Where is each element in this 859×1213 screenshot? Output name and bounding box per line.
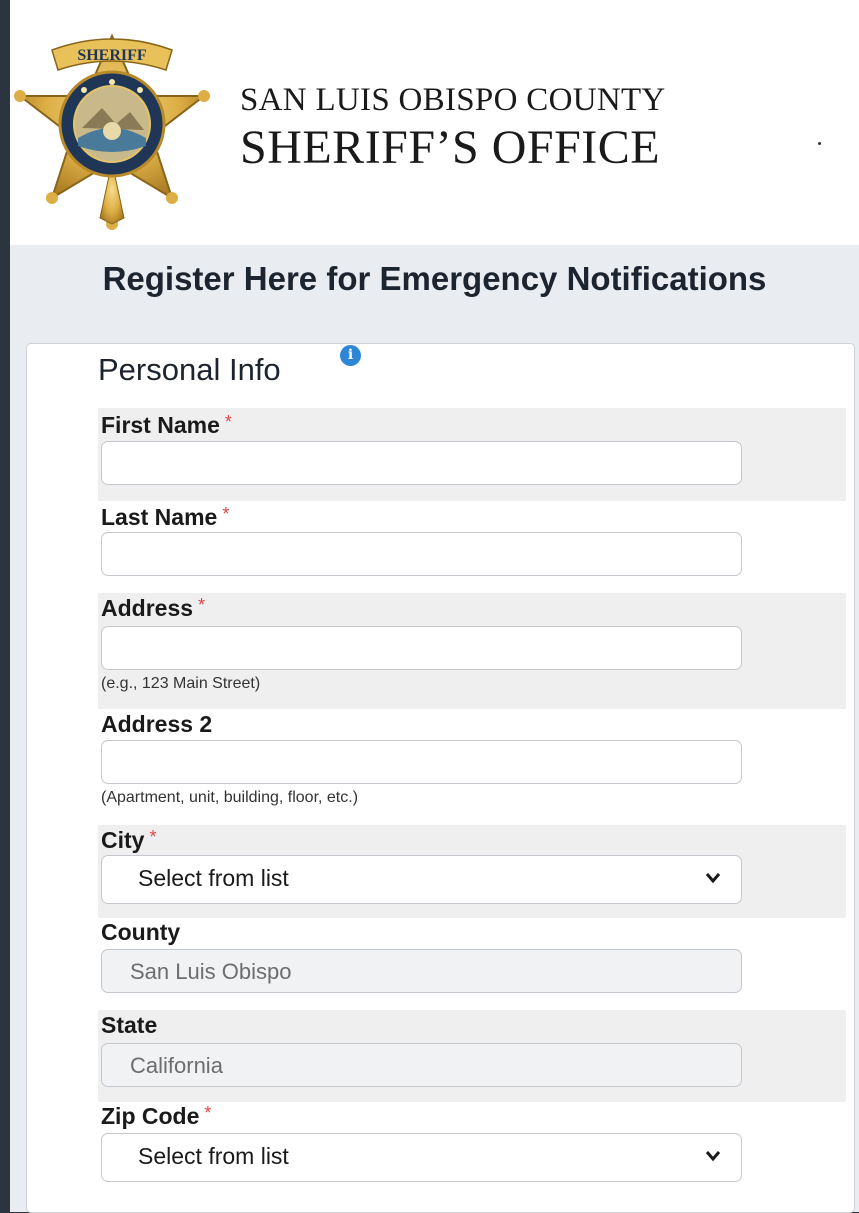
chevron-down-icon (705, 873, 721, 884)
required-asterisk: * (198, 595, 206, 615)
first-name-label: First Name * (101, 412, 232, 438)
address-helper-text: (e.g., 123 Main Street) (101, 675, 261, 692)
decorative-dot (818, 142, 821, 145)
state-label: State (101, 1012, 158, 1038)
address2-input[interactable] (101, 740, 742, 784)
first-name-row: First Name * (98, 408, 846, 501)
last-name-label: Last Name * (101, 504, 230, 530)
zip-code-label: Zip Code * (101, 1103, 212, 1129)
required-asterisk: * (149, 827, 157, 847)
address-row: Address * (e.g., 123 Main Street) (98, 593, 846, 709)
page-title: Register Here for Emergency Notification… (102, 260, 767, 297)
city-row: City * Select from list (98, 825, 846, 918)
zip-code-row: Zip Code * Select from list (98, 1102, 846, 1192)
address2-label: Address 2 (101, 711, 213, 737)
agency-office-title: SHERIFF’S OFFICE (240, 121, 661, 174)
info-icon[interactable]: i (340, 345, 361, 366)
address2-row: Address 2 (Apartment, unit, building, fl… (98, 709, 846, 825)
county-row: County San Luis Obispo (98, 918, 846, 1010)
city-select[interactable]: Select from list (101, 855, 742, 904)
address-label: Address * (101, 595, 206, 621)
state-row: State California (98, 1010, 846, 1102)
required-asterisk: * (204, 1103, 212, 1123)
sheriff-badge-logo: SHERIFF (14, 33, 210, 230)
page: SHERIFF SAN LUIS OBISPO COUNTY SHERIFF’S… (10, 0, 859, 1213)
address-input[interactable] (101, 626, 742, 670)
agency-county-title: SAN LUIS OBISPO COUNTY (240, 82, 666, 118)
section-title: Personal Info (98, 352, 281, 387)
first-name-input[interactable] (101, 441, 742, 485)
last-name-row: Last Name * (98, 501, 846, 593)
svg-text:SHERIFF: SHERIFF (77, 47, 147, 64)
site-header: SHERIFF SAN LUIS OBISPO COUNTY SHERIFF’S… (10, 0, 859, 245)
required-asterisk: * (222, 504, 230, 524)
chevron-down-icon (705, 1151, 721, 1162)
zip-code-select[interactable]: Select from list (101, 1133, 742, 1182)
county-label: County (101, 919, 181, 945)
required-asterisk: * (224, 412, 232, 432)
city-label: City * (101, 827, 157, 853)
county-field: San Luis Obispo (101, 949, 742, 993)
last-name-input[interactable] (101, 532, 742, 576)
state-field: California (101, 1043, 742, 1087)
address2-helper-text: (Apartment, unit, building, floor, etc.) (101, 789, 359, 806)
